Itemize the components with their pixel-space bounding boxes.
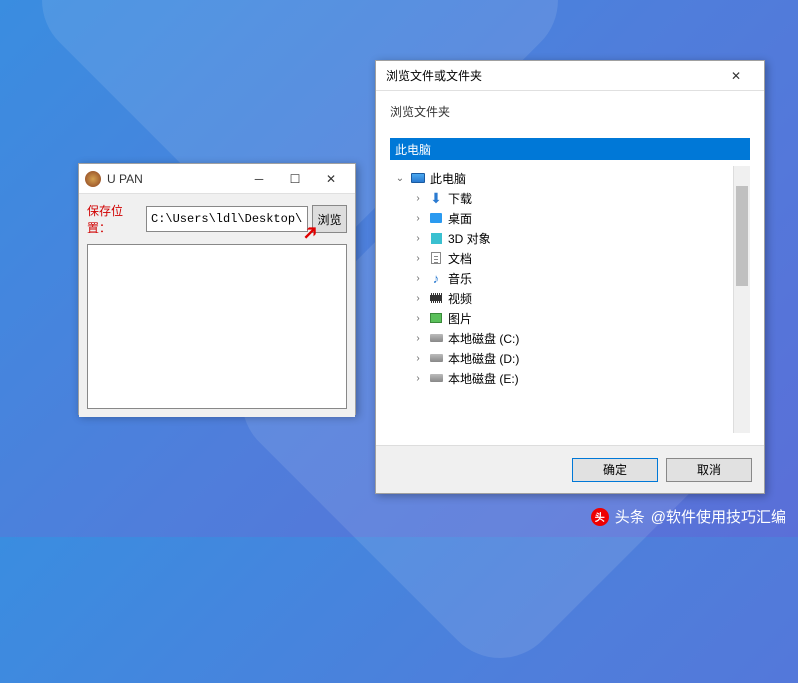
tree-item-label: 视频 [448,290,472,307]
browse-dialog: 浏览文件或文件夹 ✕ 浏览文件夹 此电脑 ⌄ 此电脑 › ⬇ 下载 › [375,60,765,494]
expand-icon[interactable]: › [412,333,424,344]
tree-item-label: 文档 [448,250,472,267]
watermark: 头 头条 @软件使用技巧汇编 [591,506,786,527]
expand-icon[interactable]: › [412,313,424,324]
tree-item-label: 图片 [448,310,472,327]
expand-icon[interactable]: › [412,233,424,244]
expand-icon[interactable]: › [412,193,424,204]
tree-item[interactable]: › 3D 对象 [390,228,733,248]
disk-icon [428,330,444,346]
tree-item-label: 音乐 [448,270,472,287]
browse-button[interactable]: 浏览 [312,205,347,233]
documents-icon [428,250,444,266]
tree-item[interactable]: › 本地磁盘 (E:) [390,368,733,388]
upan-titlebar: U PAN ─ ☐ ✕ [79,164,355,194]
tree-item[interactable]: › ⬇ 下载 [390,188,733,208]
3d-objects-icon [428,230,444,246]
save-location-label: 保存位置： [87,202,142,236]
tree-item-label: 本地磁盘 (E:) [448,370,519,387]
tree-root-label: 此电脑 [430,170,466,187]
close-button[interactable]: ✕ [313,165,349,193]
maximize-button[interactable]: ☐ [277,165,313,193]
dialog-titlebar: 浏览文件或文件夹 ✕ [376,61,764,91]
disk-icon [428,370,444,386]
minimize-button[interactable]: ─ [241,165,277,193]
upan-app-icon [85,171,101,187]
tree-item[interactable]: › 本地磁盘 (D:) [390,348,733,368]
music-icon: ♪ [428,270,444,286]
download-icon: ⬇ [428,190,444,206]
computer-icon [410,170,426,186]
expand-icon[interactable]: › [412,293,424,304]
folder-tree[interactable]: ⌄ 此电脑 › ⬇ 下载 › 桌面 › 3D 对象 [390,166,733,433]
tree-root[interactable]: ⌄ 此电脑 [390,168,733,188]
expand-icon[interactable]: › [412,353,424,364]
watermark-author: @软件使用技巧汇编 [651,506,786,527]
tree-item-label: 桌面 [448,210,472,227]
desktop-icon [428,210,444,226]
dialog-subtitle: 浏览文件夹 [390,103,750,120]
tree-item-label: 下载 [448,190,472,207]
tree-item-label: 3D 对象 [448,230,491,247]
pictures-icon [428,310,444,326]
tree-item[interactable]: › 视频 [390,288,733,308]
ok-button[interactable]: 确定 [572,458,658,482]
watermark-brand: 头条 [615,506,645,527]
upan-content-area [87,244,347,409]
tree-item[interactable]: › 图片 [390,308,733,328]
cancel-button[interactable]: 取消 [666,458,752,482]
expand-icon[interactable]: ⌄ [394,173,406,184]
expand-icon[interactable]: › [412,253,424,264]
save-path-input[interactable] [146,206,308,232]
expand-icon[interactable]: › [412,273,424,284]
watermark-logo-icon: 头 [591,508,609,526]
tree-item-label: 本地磁盘 (C:) [448,330,519,347]
video-icon [428,290,444,306]
upan-window: U PAN ─ ☐ ✕ 保存位置： 浏览 [78,163,356,415]
tree-item[interactable]: › 本地磁盘 (C:) [390,328,733,348]
expand-icon[interactable]: › [412,373,424,384]
tree-item[interactable]: › 文档 [390,248,733,268]
dialog-close-button[interactable]: ✕ [718,62,754,90]
tree-scrollbar[interactable] [733,166,750,433]
tree-item[interactable]: › 桌面 [390,208,733,228]
dialog-title: 浏览文件或文件夹 [386,67,718,84]
tree-item[interactable]: › ♪ 音乐 [390,268,733,288]
selected-path-field[interactable]: 此电脑 [390,138,750,160]
tree-item-label: 本地磁盘 (D:) [448,350,519,367]
expand-icon[interactable]: › [412,213,424,224]
upan-title: U PAN [107,172,241,186]
disk-icon [428,350,444,366]
scrollbar-thumb[interactable] [736,186,748,286]
